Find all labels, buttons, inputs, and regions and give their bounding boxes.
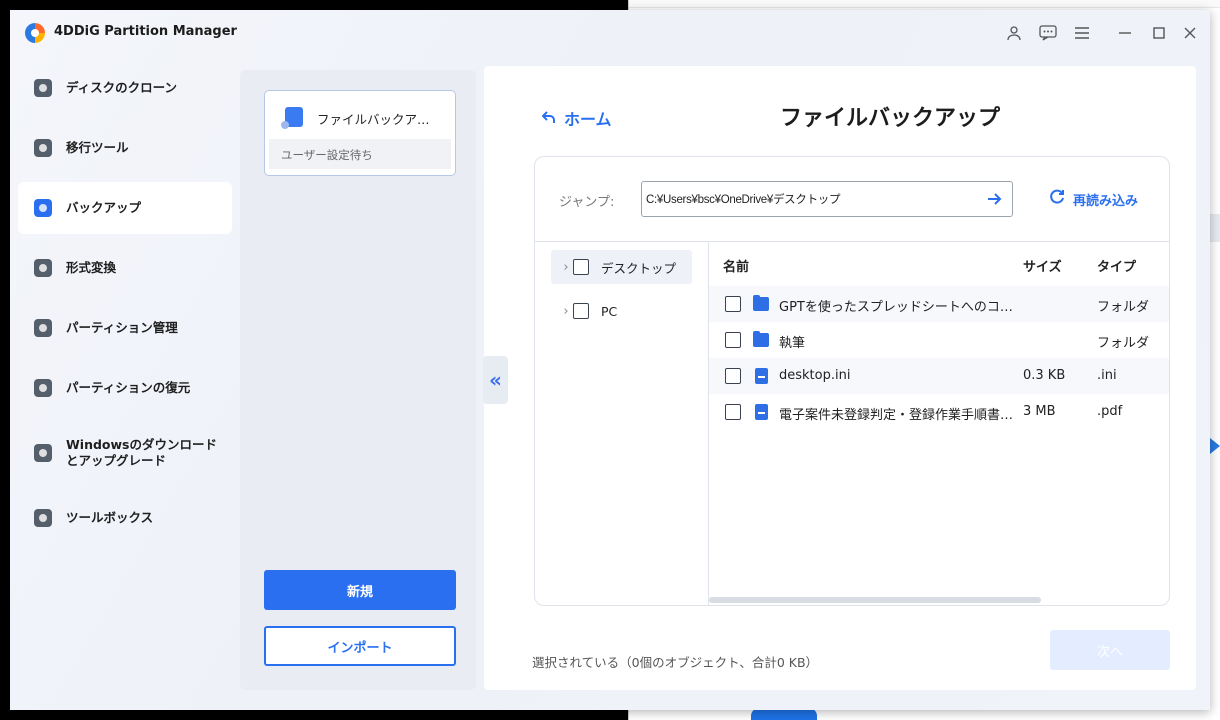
chevron-right-icon[interactable]: › [559, 304, 573, 319]
path-box [641, 181, 1013, 217]
table-row[interactable]: GPTを使ったスプレッドシートへのコ… フォルダ [709, 286, 1169, 322]
column-size[interactable]: サイズ [1023, 256, 1062, 275]
file-size: 3 MB [1023, 404, 1056, 419]
folder-tree: › デスクトップ › PC [535, 241, 709, 605]
app-window: 4DDiG Partition Manager ディスクのクローン 移行ツール [10, 10, 1210, 710]
sidebar-item-windows-download[interactable]: Windowsのダウンロードとアップグレード [18, 422, 232, 484]
sidebar-item-label: ツールボックス [66, 510, 154, 525]
convert-icon [34, 259, 52, 277]
import-button[interactable]: インポート [264, 626, 456, 666]
sidebar-item-migrate[interactable]: 移行ツール [18, 122, 232, 174]
go-arrow-icon[interactable] [984, 188, 1006, 210]
chevron-right-icon[interactable]: › [559, 260, 573, 275]
table-row[interactable]: 電子案件未登録判定・登録作業手順書… 3 MB .pdf [709, 394, 1169, 430]
file-type: フォルダ [1097, 336, 1150, 351]
row-checkbox[interactable] [725, 296, 741, 312]
sidebar-item-partition[interactable]: パーティション管理 [18, 302, 232, 354]
sidebar-item-label: 形式変換 [66, 260, 117, 275]
file-icon [755, 368, 768, 384]
horizontal-scrollbar[interactable] [709, 597, 1041, 603]
sidebar-item-label: 移行ツール [66, 140, 129, 155]
tree-checkbox[interactable] [573, 259, 589, 275]
file-size: 0.3 KB [1023, 368, 1066, 383]
back-arrow-icon [541, 109, 556, 128]
file-browser: ジャンプ: 再読み込み › デスクトップ [534, 156, 1170, 606]
file-name: 執筆 [779, 336, 806, 351]
jump-label: ジャンプ: [559, 195, 615, 210]
minimize-icon[interactable] [1114, 22, 1136, 44]
file-backup-icon [281, 107, 303, 129]
sidebar-item-disk-clone[interactable]: ディスクのクローン [18, 62, 232, 114]
home-link-label: ホーム [564, 110, 612, 129]
app-title: 4DDiG Partition Manager [54, 24, 237, 39]
double-chevron-left-icon: « [489, 368, 502, 392]
folder-icon [753, 331, 769, 347]
table-row[interactable]: 執筆 フォルダ [709, 322, 1169, 358]
reload-button[interactable]: 再読み込み [1049, 189, 1138, 209]
task-title: ファイルバックア… [317, 112, 430, 127]
partition-restore-icon [34, 379, 52, 397]
file-type: .pdf [1097, 404, 1123, 419]
sidebar: ディスクのクローン 移行ツール バックアップ 形式変換 パーティション管理 パー… [18, 62, 232, 552]
file-icon [755, 404, 768, 420]
main-content: ホーム ファイルバックアップ ジャンプ: 再読み込み › [484, 66, 1196, 690]
menu-icon[interactable] [1071, 22, 1093, 44]
tree-item-label: PC [601, 303, 618, 319]
sidebar-item-label: バックアップ [66, 200, 142, 215]
column-name[interactable]: 名前 [723, 256, 749, 275]
folder-icon [753, 295, 769, 311]
file-name: 電子案件未登録判定・登録作業手順書… [779, 408, 1014, 423]
row-checkbox[interactable] [725, 368, 741, 384]
row-checkbox[interactable] [725, 332, 741, 348]
sidebar-item-backup[interactable]: バックアップ [18, 182, 232, 234]
background-arrow-icon [1210, 438, 1220, 454]
new-button[interactable]: 新規 [264, 570, 456, 610]
column-type[interactable]: タイプ [1097, 256, 1136, 275]
tree-item-desktop[interactable]: › デスクトップ [551, 250, 692, 284]
sidebar-item-label: パーティションの復元 [66, 380, 191, 395]
sidebar-item-partition-restore[interactable]: パーティションの復元 [18, 362, 232, 414]
windows-download-icon [34, 444, 52, 462]
backup-icon [34, 199, 52, 217]
feedback-icon[interactable] [1037, 22, 1059, 44]
task-status: ユーザー設定待ち [269, 139, 451, 169]
sidebar-item-label: ディスクのクローン [66, 80, 178, 95]
task-panel: ファイルバックア… ユーザー設定待ち 新規 インポート [240, 70, 476, 690]
tree-checkbox[interactable] [573, 303, 589, 319]
row-checkbox[interactable] [725, 404, 741, 420]
sidebar-item-toolbox[interactable]: ツールボックス [18, 492, 232, 544]
tree-item-label: デスクトップ [601, 260, 677, 276]
reload-icon [1049, 189, 1065, 209]
tree-item-pc[interactable]: › PC [551, 294, 692, 328]
file-list: 名前 サイズ タイプ GPTを使ったスプレッドシートへのコ… フォルダ 執筆 フ… [709, 241, 1169, 605]
close-icon[interactable] [1179, 22, 1201, 44]
table-row[interactable]: desktop.ini 0.3 KB .ini [709, 358, 1169, 394]
collapse-panel-button[interactable]: « [483, 356, 508, 404]
sidebar-item-label: パーティション管理 [66, 320, 178, 335]
file-type: .ini [1097, 368, 1117, 383]
selection-summary: 選択されている（0個のオブジェクト、合計0 KB） [532, 655, 819, 670]
account-icon[interactable] [1003, 22, 1025, 44]
title-bar: 4DDiG Partition Manager [10, 10, 1210, 56]
file-name: desktop.ini [779, 368, 851, 383]
page-title: ファイルバックアップ [780, 106, 1001, 131]
reload-label: 再読み込み [1073, 193, 1139, 209]
task-card[interactable]: ファイルバックア… ユーザー設定待ち [264, 90, 456, 176]
file-type: フォルダ [1097, 300, 1150, 315]
list-header: 名前 サイズ タイプ [709, 242, 1169, 286]
sidebar-item-label: Windowsのダウンロードとアップグレード [66, 437, 217, 468]
path-input[interactable] [646, 182, 976, 216]
background-window-top [629, 0, 1220, 8]
file-name: GPTを使ったスプレッドシートへのコ… [779, 300, 1013, 315]
toolbox-icon [34, 509, 52, 527]
background-window-strip [1210, 214, 1220, 242]
maximize-icon[interactable] [1148, 22, 1170, 44]
sidebar-item-convert[interactable]: 形式変換 [18, 242, 232, 294]
next-button[interactable]: 次へ [1050, 630, 1170, 670]
app-logo-icon [25, 23, 45, 43]
migrate-icon [34, 139, 52, 157]
partition-icon [34, 319, 52, 337]
home-link[interactable]: ホーム [541, 106, 612, 130]
disk-clone-icon [34, 79, 52, 97]
